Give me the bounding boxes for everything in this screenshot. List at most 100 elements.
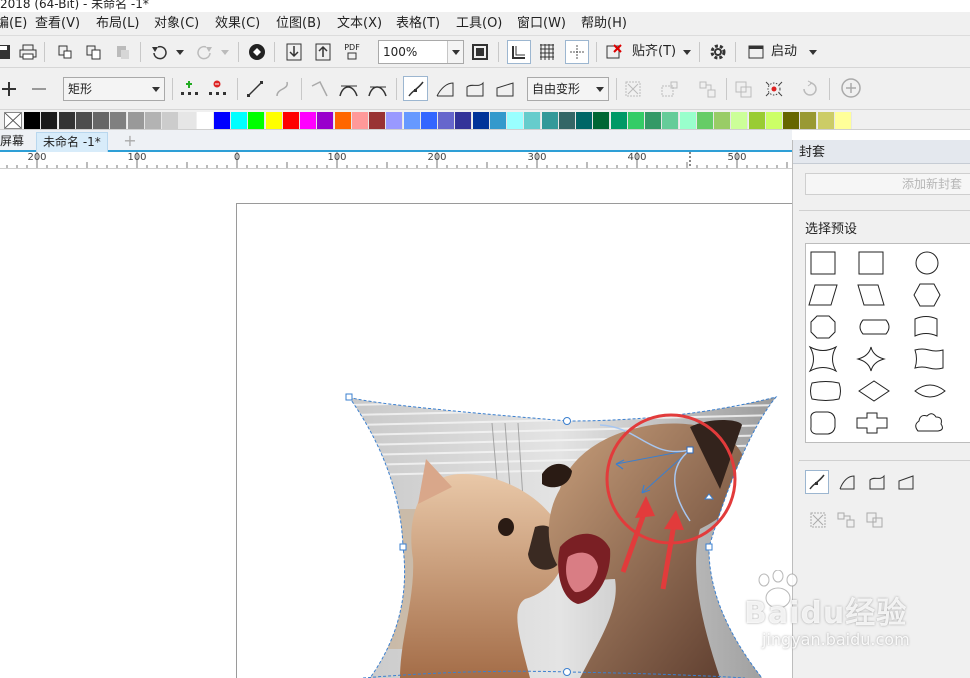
docker-single-arc-mode-icon[interactable] (835, 470, 859, 494)
color-swatch[interactable] (231, 112, 248, 129)
color-swatch[interactable] (438, 112, 455, 129)
preset-octagon-icon[interactable] (806, 312, 846, 342)
undo-icon[interactable] (148, 41, 170, 63)
color-swatch[interactable] (541, 112, 559, 129)
drawing-canvas[interactable] (0, 169, 792, 678)
unconstrained-mode-icon[interactable] (403, 76, 428, 101)
preset-list[interactable] (805, 243, 970, 443)
preset-cross-icon[interactable] (854, 408, 894, 438)
color-swatch[interactable] (41, 112, 59, 129)
docker-straight-line-mode-icon[interactable] (894, 470, 918, 494)
launch-dropdown-icon[interactable] (809, 50, 817, 55)
color-swatch[interactable] (472, 112, 490, 129)
color-swatch[interactable] (731, 112, 749, 129)
show-grid-icon[interactable] (536, 41, 558, 63)
menu-text[interactable]: 文本(X) (337, 16, 382, 32)
menu-bitmaps[interactable]: 位图(B) (276, 16, 321, 32)
snap-dropdown-icon[interactable] (683, 50, 691, 55)
menu-object[interactable]: 对象(C) (154, 16, 199, 32)
snap-to-icon[interactable] (603, 41, 625, 63)
preset-star-4-icon[interactable] (854, 344, 894, 374)
menu-table[interactable]: 表格(T) (396, 16, 440, 32)
envelope-node[interactable] (563, 668, 571, 676)
add-new-envelope-button[interactable]: 添加新封套 (805, 173, 970, 195)
color-swatch[interactable] (610, 112, 628, 129)
envelope-node[interactable] (563, 417, 571, 425)
menu-effects[interactable]: 效果(C) (215, 16, 260, 32)
single-arc-mode-icon[interactable] (434, 78, 456, 100)
cut-icon[interactable] (54, 41, 76, 63)
color-swatch[interactable] (558, 112, 576, 129)
color-swatch[interactable] (58, 112, 76, 129)
color-swatch[interactable] (834, 112, 852, 129)
color-swatch[interactable] (127, 112, 145, 129)
menu-edit[interactable]: 编(E) (0, 16, 27, 32)
copy-icon[interactable] (83, 41, 105, 63)
color-swatch[interactable] (93, 112, 110, 129)
make-node-symmetrical-icon[interactable] (367, 78, 389, 100)
envelope-node[interactable] (705, 543, 713, 551)
color-swatch[interactable] (24, 112, 41, 129)
add-new-envelope-icon[interactable] (659, 78, 681, 100)
zoom-select[interactable]: 100% (378, 40, 464, 64)
color-swatch[interactable] (403, 112, 421, 129)
color-swatch[interactable] (696, 112, 714, 129)
color-swatch[interactable] (75, 112, 93, 129)
keep-lines-icon[interactable] (622, 78, 644, 100)
preset-wavy-rect-icon[interactable] (910, 344, 950, 374)
add-tab-button[interactable]: + (122, 132, 138, 150)
color-swatch[interactable] (507, 112, 524, 129)
docker-create-from-icon[interactable] (835, 509, 857, 531)
menu-window[interactable]: 窗口(W) (517, 16, 566, 32)
options-gear-icon[interactable] (707, 41, 729, 63)
selected-node[interactable] (686, 446, 694, 454)
straight-line-mode-icon[interactable] (494, 78, 516, 100)
color-swatch[interactable] (162, 112, 179, 129)
color-swatch[interactable] (714, 112, 731, 129)
color-swatch[interactable] (679, 112, 697, 129)
convert-to-line-icon[interactable] (244, 78, 266, 100)
tab-screen[interactable]: 屏幕 (0, 132, 30, 152)
preset-trapezoid-icon[interactable] (854, 280, 894, 310)
menu-help[interactable]: 帮助(H) (581, 16, 627, 32)
envelope-node[interactable] (399, 543, 407, 551)
color-swatch[interactable] (645, 112, 662, 129)
create-envelope-from-icon[interactable] (697, 78, 719, 100)
docker-keep-lines-icon[interactable] (807, 509, 829, 531)
envelope-node[interactable] (345, 393, 353, 401)
menu-tools[interactable]: 工具(O) (456, 16, 502, 32)
preset-scalloped-square-icon[interactable] (806, 408, 846, 438)
color-swatch[interactable] (576, 112, 593, 129)
color-swatch[interactable] (248, 112, 266, 129)
selection-mode-select[interactable]: 矩形 (63, 77, 165, 101)
no-color-swatch[interactable] (4, 112, 22, 129)
preset-cloud-icon[interactable] (910, 408, 950, 438)
publish-pdf-button[interactable]: PDF (341, 41, 363, 63)
horizontal-ruler[interactable]: 200 100 0 100 200 300 400 500 (0, 152, 792, 169)
color-swatch[interactable] (455, 112, 473, 129)
color-swatch[interactable] (662, 112, 680, 129)
make-node-smooth-icon[interactable] (338, 78, 360, 100)
clear-envelope-icon[interactable] (763, 78, 785, 100)
color-swatch[interactable] (817, 112, 835, 129)
color-swatch[interactable] (144, 112, 162, 129)
mapping-mode-select[interactable]: 自由变形 (527, 77, 609, 101)
preset-rectangle-icon[interactable] (806, 248, 846, 278)
color-swatch[interactable] (334, 112, 352, 129)
launch-app-icon[interactable] (745, 41, 767, 63)
preset-hexagon-icon[interactable] (910, 280, 950, 310)
corel-connect-icon[interactable] (246, 41, 268, 63)
docker-double-arc-mode-icon[interactable] (865, 470, 889, 494)
color-swatch[interactable] (800, 112, 818, 129)
convert-to-curves-icon[interactable] (799, 78, 821, 100)
color-swatch[interactable] (317, 112, 335, 129)
delete-node-minus-icon[interactable] (28, 78, 50, 100)
menu-layout[interactable]: 布局(L) (96, 16, 139, 32)
preset-diamond-icon[interactable] (854, 376, 894, 406)
show-rulers-icon[interactable] (507, 40, 531, 64)
color-swatch[interactable] (300, 112, 317, 129)
add-node-plus-icon[interactable] (0, 78, 20, 100)
full-screen-preview-icon[interactable] (469, 41, 491, 63)
preset-rounded-hexagon-icon[interactable] (854, 312, 894, 342)
color-swatch[interactable] (765, 112, 783, 129)
